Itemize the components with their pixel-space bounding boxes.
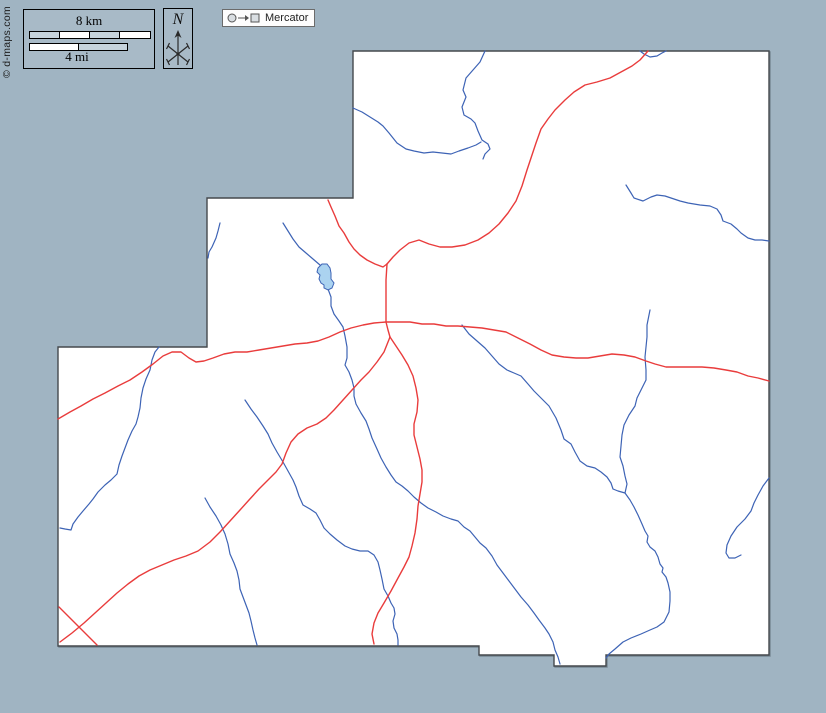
scale-bar-segment [90, 32, 120, 38]
scale-bar-segment [60, 32, 90, 38]
north-label: N [164, 11, 192, 29]
scale-bar-segment [120, 32, 150, 38]
projection-badge: Mercator [222, 9, 315, 27]
scale-bar: 8 km 4 mi [23, 9, 155, 69]
compass-box: N [163, 8, 193, 69]
dmaps-copyright: © d-maps.com [1, 6, 13, 78]
map-page: © d-maps.com 8 km 4 mi N [0, 0, 826, 713]
scale-km-bar [29, 31, 151, 39]
north-arrow-icon [164, 29, 192, 67]
circle-arrow-square-icon [227, 11, 261, 25]
scale-mi-label: 4 mi [24, 49, 130, 65]
county-outline [58, 51, 769, 666]
scale-km-label: 8 km [24, 13, 154, 29]
map-canvas [0, 0, 826, 713]
scale-bar-segment [30, 32, 60, 38]
projection-label: Mercator [265, 12, 308, 24]
